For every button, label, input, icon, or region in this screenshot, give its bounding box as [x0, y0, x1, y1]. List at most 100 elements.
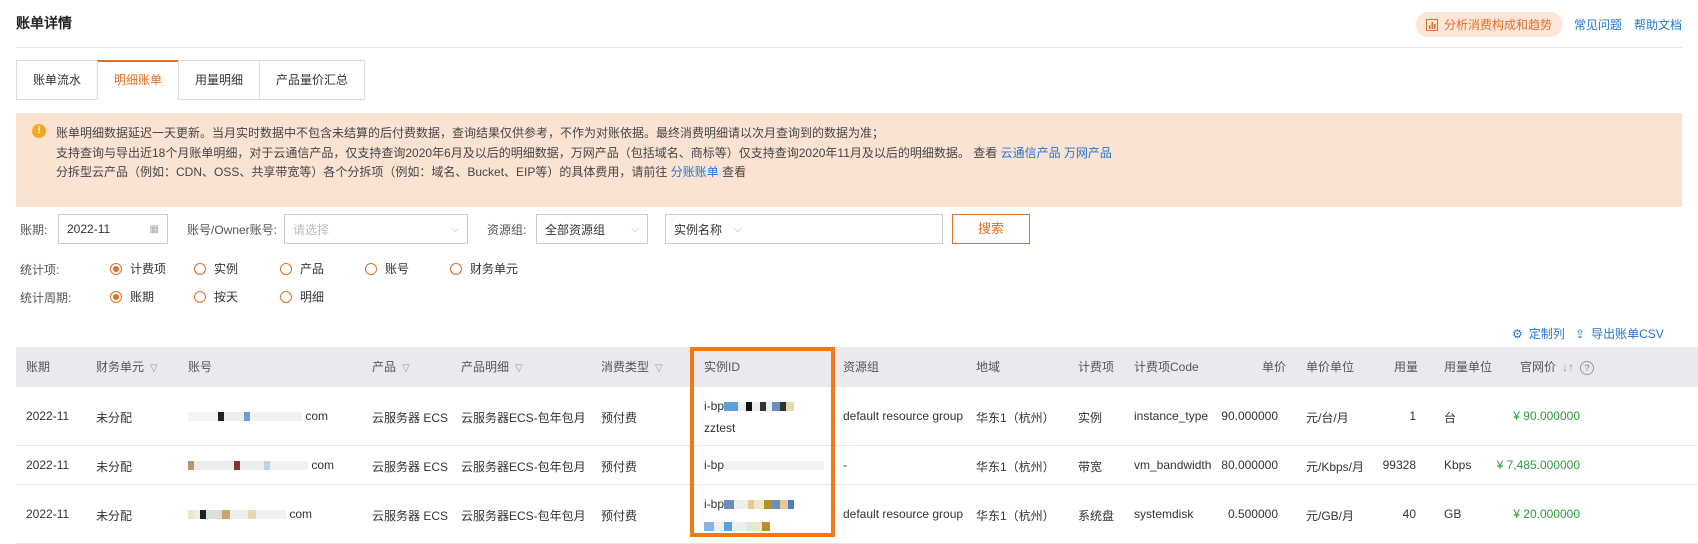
export-csv-button[interactable]: ⇪ 导出账单CSV: [1575, 325, 1664, 342]
notice-line-1: 账单明细数据延迟一天更新。当月实时数据中不包含未结算的后付费数据，查询结果仅供参…: [56, 126, 885, 140]
export-label: 导出账单CSV: [1591, 327, 1664, 341]
stat-period-label: 统计周期:: [20, 291, 72, 305]
customize-columns-button[interactable]: ⚙ 定制列: [1512, 325, 1565, 342]
wanwang-link[interactable]: 万网产品: [1064, 146, 1112, 160]
resource-group-value: 全部资源组: [545, 222, 606, 237]
cell-product-detail: 云服务器ECS-包年包月: [461, 411, 586, 425]
analyze-button[interactable]: 分析消费构成和趋势: [1415, 12, 1562, 37]
table-row: 2022-11 未分配 com 云服务器 ECS 云服务器ECS-包年包月 预付…: [16, 485, 1698, 544]
cell-billing-item: 带宽: [1078, 460, 1103, 474]
col-product[interactable]: 产品 ▽: [372, 347, 410, 387]
table-row: 2022-11 未分配 com 云服务器 ECS 云服务器ECS-包年包月 预付…: [16, 446, 1698, 485]
radio-label: 按天: [214, 290, 239, 304]
radio-label: 实例: [214, 262, 239, 276]
radio-product[interactable]: 产品: [280, 260, 324, 277]
notice-line-3-text: 分拆型云产品（例如：CDN、OSS、共享带宽等）各个分拆项（例如：域名、Buck…: [56, 165, 668, 179]
split-bill-link[interactable]: 分账账单: [671, 165, 719, 179]
cell-list-price: ¥ 7,485.000000: [1496, 458, 1580, 472]
cell-usage-unit: GB: [1444, 507, 1462, 521]
cell-unit-price: 90.000000: [1221, 409, 1278, 423]
filter-icon[interactable]: ▽: [402, 363, 410, 374]
chevron-down-icon: ⌵: [451, 223, 459, 235]
cell-finance-unit: 未分配: [96, 411, 133, 425]
radio-circle: [194, 262, 206, 275]
tab-bill-flow[interactable]: 账单流水: [16, 60, 99, 100]
tab-usage-detail[interactable]: 用量明细: [178, 60, 261, 100]
cell-product-detail: 云服务器ECS-包年包月: [461, 509, 586, 523]
radio-instance[interactable]: 实例: [194, 260, 238, 277]
col-label: 财务单元: [96, 360, 145, 374]
radio-finance-unit[interactable]: 财务单元: [450, 260, 518, 277]
cell-billing-code: instance_type: [1134, 409, 1209, 423]
cell-billing-code: vm_bandwidth: [1134, 458, 1212, 472]
col-region: 地域: [976, 360, 1001, 374]
instance-search-input[interactable]: 实例名称 ⌵: [665, 214, 943, 244]
filter-icon[interactable]: ▽: [515, 363, 523, 374]
filter-icon[interactable]: ▽: [655, 363, 663, 374]
radio-account[interactable]: 账号: [365, 260, 409, 277]
col-finance-unit[interactable]: 财务单元 ▽: [96, 347, 158, 387]
radio-circle: [110, 290, 122, 303]
tab-product-summary[interactable]: 产品量价汇总: [259, 60, 366, 100]
col-product-detail[interactable]: 产品明细 ▽: [461, 347, 523, 387]
header-divider: [16, 47, 1682, 48]
redacted: [230, 510, 248, 520]
redacted: [222, 510, 230, 520]
account-suffix: com: [305, 409, 329, 423]
chevron-down-icon: ⌵: [631, 223, 639, 235]
customize-label: 定制列: [1528, 327, 1565, 341]
instance-type-select[interactable]: 实例名称: [674, 221, 722, 238]
tab-detail-bill[interactable]: 明细账单: [97, 60, 180, 100]
filter-icon[interactable]: ▽: [150, 363, 158, 374]
account-placeholder: 请选择: [293, 222, 330, 237]
help-icon[interactable]: ?: [1580, 361, 1595, 375]
cell-billing-item: 系统盘: [1078, 509, 1115, 523]
account-suffix: com: [289, 507, 313, 521]
instance-id-highlight: [690, 347, 835, 537]
col-list-price[interactable]: 官网价 ↓↑?: [1520, 347, 1595, 387]
notice-line-2: 支持查询与导出近18个月账单明细，对于云通信产品，仅支持查询2020年6月及以后…: [56, 144, 1112, 161]
table-row: 2022-11 未分配 com 云服务器 ECS 云服务器ECS-包年包月 预付…: [16, 387, 1698, 446]
period-picker[interactable]: 2022-11 ▦: [58, 214, 168, 244]
radio-circle: [280, 290, 292, 303]
cell-account: com: [188, 409, 328, 423]
header-actions: 分析消费构成和趋势 常见问题 帮助文档: [1415, 12, 1682, 37]
help-doc-link[interactable]: 帮助文档: [1634, 16, 1682, 33]
analyze-label: 分析消费构成和趋势: [1443, 18, 1552, 32]
radio-circle: [450, 262, 462, 275]
cell-unit-price: 0.500000: [1227, 507, 1278, 521]
redacted: [224, 412, 244, 422]
col-billing-item: 计费项: [1078, 360, 1115, 374]
cell-region: 华东1（杭州）: [976, 509, 1055, 523]
radio-circle: [365, 262, 377, 275]
col-account: 账号: [188, 360, 213, 374]
cell-product-detail: 云服务器ECS-包年包月: [461, 460, 586, 474]
cell-billing-code: systemdisk: [1134, 507, 1194, 521]
search-button[interactable]: 搜索: [952, 214, 1030, 244]
cell-product: 云服务器 ECS: [372, 460, 449, 474]
radio-daily[interactable]: 按天: [194, 288, 238, 305]
radio-detail[interactable]: 明细: [280, 288, 324, 305]
bill-table: 账期 财务单元 ▽ 账号 产品 ▽ 产品明细 ▽ 消费类型 ▽ 实例ID 资源组 地域 …: [16, 347, 1698, 544]
redacted: [250, 412, 302, 422]
col-usage: 用量: [1394, 360, 1419, 374]
col-consume-type[interactable]: 消费类型 ▽: [601, 347, 663, 387]
cell-usage-unit: 台: [1444, 411, 1457, 425]
cell-list-price: ¥ 90.000000: [1513, 409, 1580, 423]
radio-label: 财务单元: [470, 262, 519, 276]
account-select[interactable]: 请选择 ⌵: [284, 214, 468, 244]
account-suffix: com: [311, 458, 335, 472]
resource-group-select[interactable]: 全部资源组 ⌵: [536, 214, 648, 244]
radio-period[interactable]: 账期: [110, 288, 154, 305]
cell-price-unit: 元/Kbps/月: [1306, 460, 1365, 474]
redacted: [240, 461, 264, 471]
redacted: [270, 461, 308, 471]
stat-item-label: 统计项:: [20, 263, 60, 277]
cloud-comm-link[interactable]: 云通信产品: [1001, 146, 1061, 160]
faq-link[interactable]: 常见问题: [1574, 16, 1622, 33]
col-label: 官网价: [1520, 360, 1557, 374]
chart-icon: [1425, 18, 1438, 31]
sort-icon[interactable]: ↓↑: [1562, 360, 1574, 374]
radio-billing-item[interactable]: 计费项: [110, 260, 166, 277]
radio-label: 明细: [300, 290, 325, 304]
